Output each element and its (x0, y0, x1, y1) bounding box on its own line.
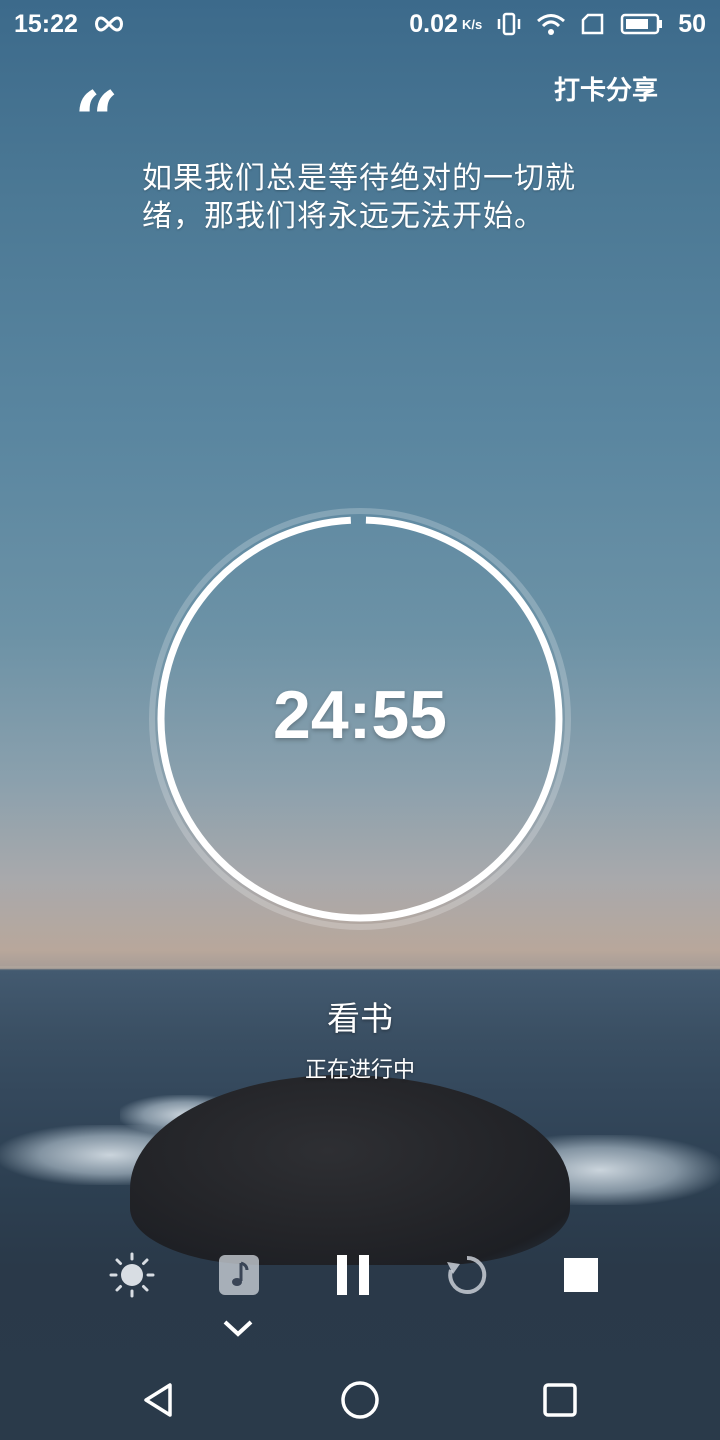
brightness-button[interactable] (102, 1245, 162, 1305)
horizon-line (0, 966, 720, 969)
home-button[interactable] (330, 1370, 390, 1430)
pause-icon (337, 1255, 369, 1295)
home-icon (341, 1381, 379, 1419)
pause-button[interactable] (323, 1245, 383, 1305)
status-bar: 15:22 0.02 K/s 50 (0, 0, 720, 48)
navigation-bar (0, 1360, 720, 1440)
stop-button[interactable] (551, 1245, 611, 1305)
timer-ring: 24:55 (146, 505, 574, 933)
vibrate-icon (496, 12, 522, 36)
net-speed-unit: K/s (461, 16, 483, 32)
chevron-down-icon (223, 1320, 253, 1337)
task-name: 看书 (327, 999, 393, 1038)
restart-icon (447, 1255, 487, 1294)
sim-icon (580, 12, 606, 36)
music-button[interactable] (209, 1245, 269, 1305)
recents-button[interactable] (530, 1370, 590, 1430)
restart-button[interactable] (437, 1245, 497, 1305)
quote-text: 如果我们总是等待绝对的一切就绪，那我们将永远无法开始。 (142, 161, 576, 234)
timer-display: 24:55 (273, 677, 447, 753)
music-note-icon (219, 1255, 259, 1295)
battery-icon (620, 12, 664, 36)
battery-level: 50 (678, 9, 706, 38)
control-bar (0, 1245, 720, 1305)
status-time: 15:22 (14, 9, 78, 38)
back-icon (144, 1383, 172, 1417)
collapse-button[interactable] (218, 1312, 258, 1344)
net-speed-value: 0.02 (409, 9, 458, 38)
back-button[interactable] (130, 1370, 190, 1430)
share-checkin-button[interactable]: 打卡分享 (554, 70, 658, 107)
recents-icon (543, 1383, 577, 1417)
quote-icon: “ (74, 75, 119, 166)
brightness-icon (109, 1252, 155, 1298)
task-status: 正在进行中 (304, 1058, 415, 1083)
stop-icon (564, 1258, 598, 1292)
net-speed: 0.02 K/s (409, 10, 482, 39)
infinity-icon (92, 15, 126, 33)
wifi-icon (536, 12, 566, 36)
